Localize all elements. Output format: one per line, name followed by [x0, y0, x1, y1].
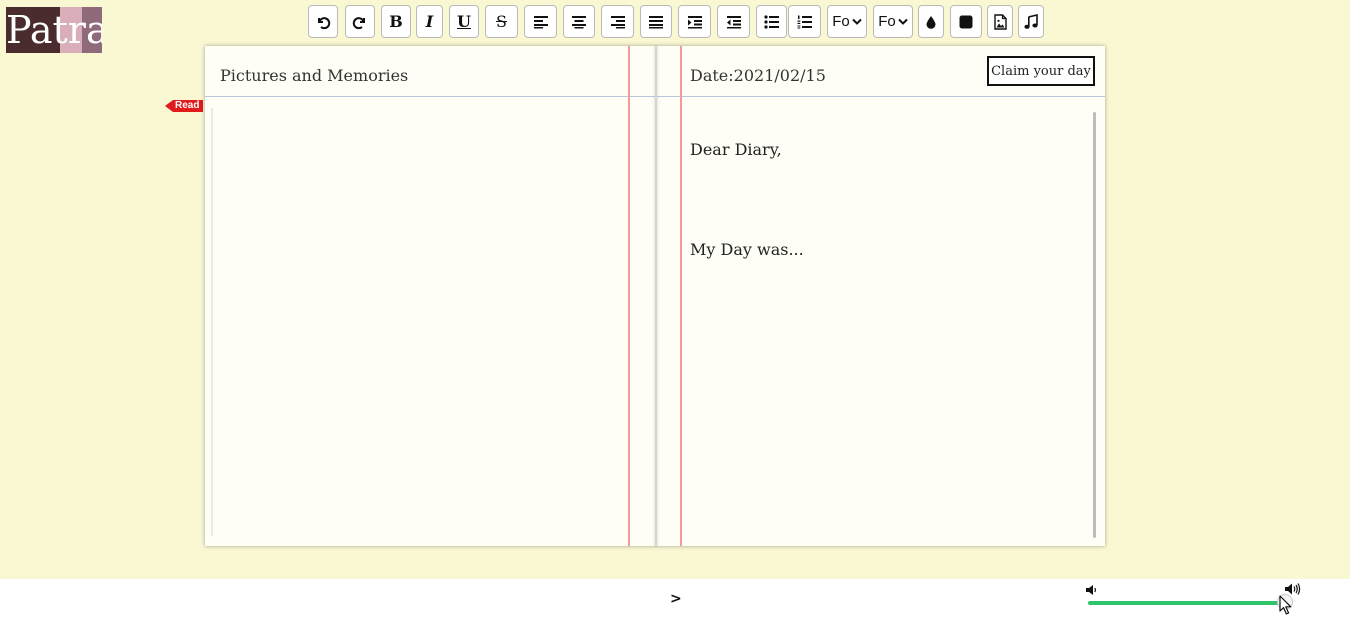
- font-family-select[interactable]: Fo: [827, 5, 867, 38]
- align-center-icon: [572, 15, 586, 28]
- numbered-list-button[interactable]: [788, 5, 821, 38]
- justify-icon: [649, 15, 663, 28]
- undo-button[interactable]: [308, 5, 338, 38]
- align-right-button[interactable]: [601, 5, 634, 38]
- align-right-icon: [610, 15, 625, 28]
- left-page-margin-line: [628, 46, 630, 546]
- font-size-select[interactable]: Fo: [873, 5, 913, 38]
- outdent-icon: [726, 15, 741, 28]
- volume-slider[interactable]: [1088, 594, 1293, 610]
- underline-button[interactable]: U: [449, 5, 479, 38]
- outdent-button[interactable]: [717, 5, 750, 38]
- insert-music-button[interactable]: [1018, 5, 1044, 38]
- music-icon: [1024, 13, 1038, 29]
- volume-low-icon[interactable]: [1085, 581, 1098, 600]
- diary-entry-editor[interactable]: Dear Diary, My Day was...: [690, 112, 1090, 287]
- redo-icon: [352, 16, 365, 29]
- droplet-icon: [926, 15, 936, 29]
- claim-your-day-button[interactable]: Claim your day: [987, 56, 1095, 86]
- audio-footer: >: [0, 579, 1350, 619]
- indent-button[interactable]: [678, 5, 711, 38]
- right-page-margin-line: [680, 46, 682, 546]
- text-color-button[interactable]: [918, 5, 944, 38]
- next-page-button[interactable]: >: [670, 591, 682, 607]
- font-family-value: Fo: [832, 13, 850, 30]
- left-page-title: Pictures and Memories: [220, 66, 409, 85]
- font-size-value: Fo: [878, 13, 896, 30]
- italic-button[interactable]: I: [416, 5, 443, 38]
- entry-line-greeting: Dear Diary,: [690, 140, 782, 159]
- bookmark-arrow: [165, 100, 173, 112]
- redo-button[interactable]: [345, 5, 375, 38]
- align-center-button[interactable]: [563, 5, 595, 38]
- bullet-list-icon: [763, 14, 779, 29]
- insert-image-button[interactable]: [987, 5, 1013, 38]
- indent-icon: [687, 15, 702, 28]
- entry-blank-line: [690, 187, 1090, 212]
- bold-button[interactable]: B: [381, 5, 411, 38]
- numbered-list-icon: [797, 15, 812, 28]
- chevron-down-icon: [898, 18, 908, 25]
- formatting-toolbar: B I U S Fo Fo: [0, 5, 1350, 40]
- diary-book: Pictures and Memories Date:2021/02/15 Cl…: [205, 46, 1105, 546]
- align-left-icon: [533, 15, 548, 28]
- image-icon: [993, 13, 1007, 30]
- chevron-down-icon: [852, 18, 862, 25]
- square-icon: [959, 15, 973, 28]
- pictures-drop-area[interactable]: [211, 108, 213, 536]
- undo-icon: [318, 16, 331, 29]
- volume-slider-fill: [1088, 601, 1284, 605]
- bullet-list-button[interactable]: [756, 5, 787, 38]
- strikethrough-button[interactable]: S: [485, 5, 518, 38]
- entry-line-body: My Day was...: [690, 240, 804, 259]
- diary-date: Date:2021/02/15: [690, 66, 826, 85]
- book-spine: [655, 46, 657, 546]
- read-bookmark[interactable]: Read: [165, 100, 204, 112]
- read-label: Read: [173, 100, 204, 112]
- align-left-button[interactable]: [524, 5, 557, 38]
- highlight-color-button[interactable]: [950, 5, 982, 38]
- justify-button[interactable]: [640, 5, 672, 38]
- editor-scrollbar[interactable]: [1093, 112, 1096, 538]
- mouse-cursor-icon: [1279, 595, 1292, 615]
